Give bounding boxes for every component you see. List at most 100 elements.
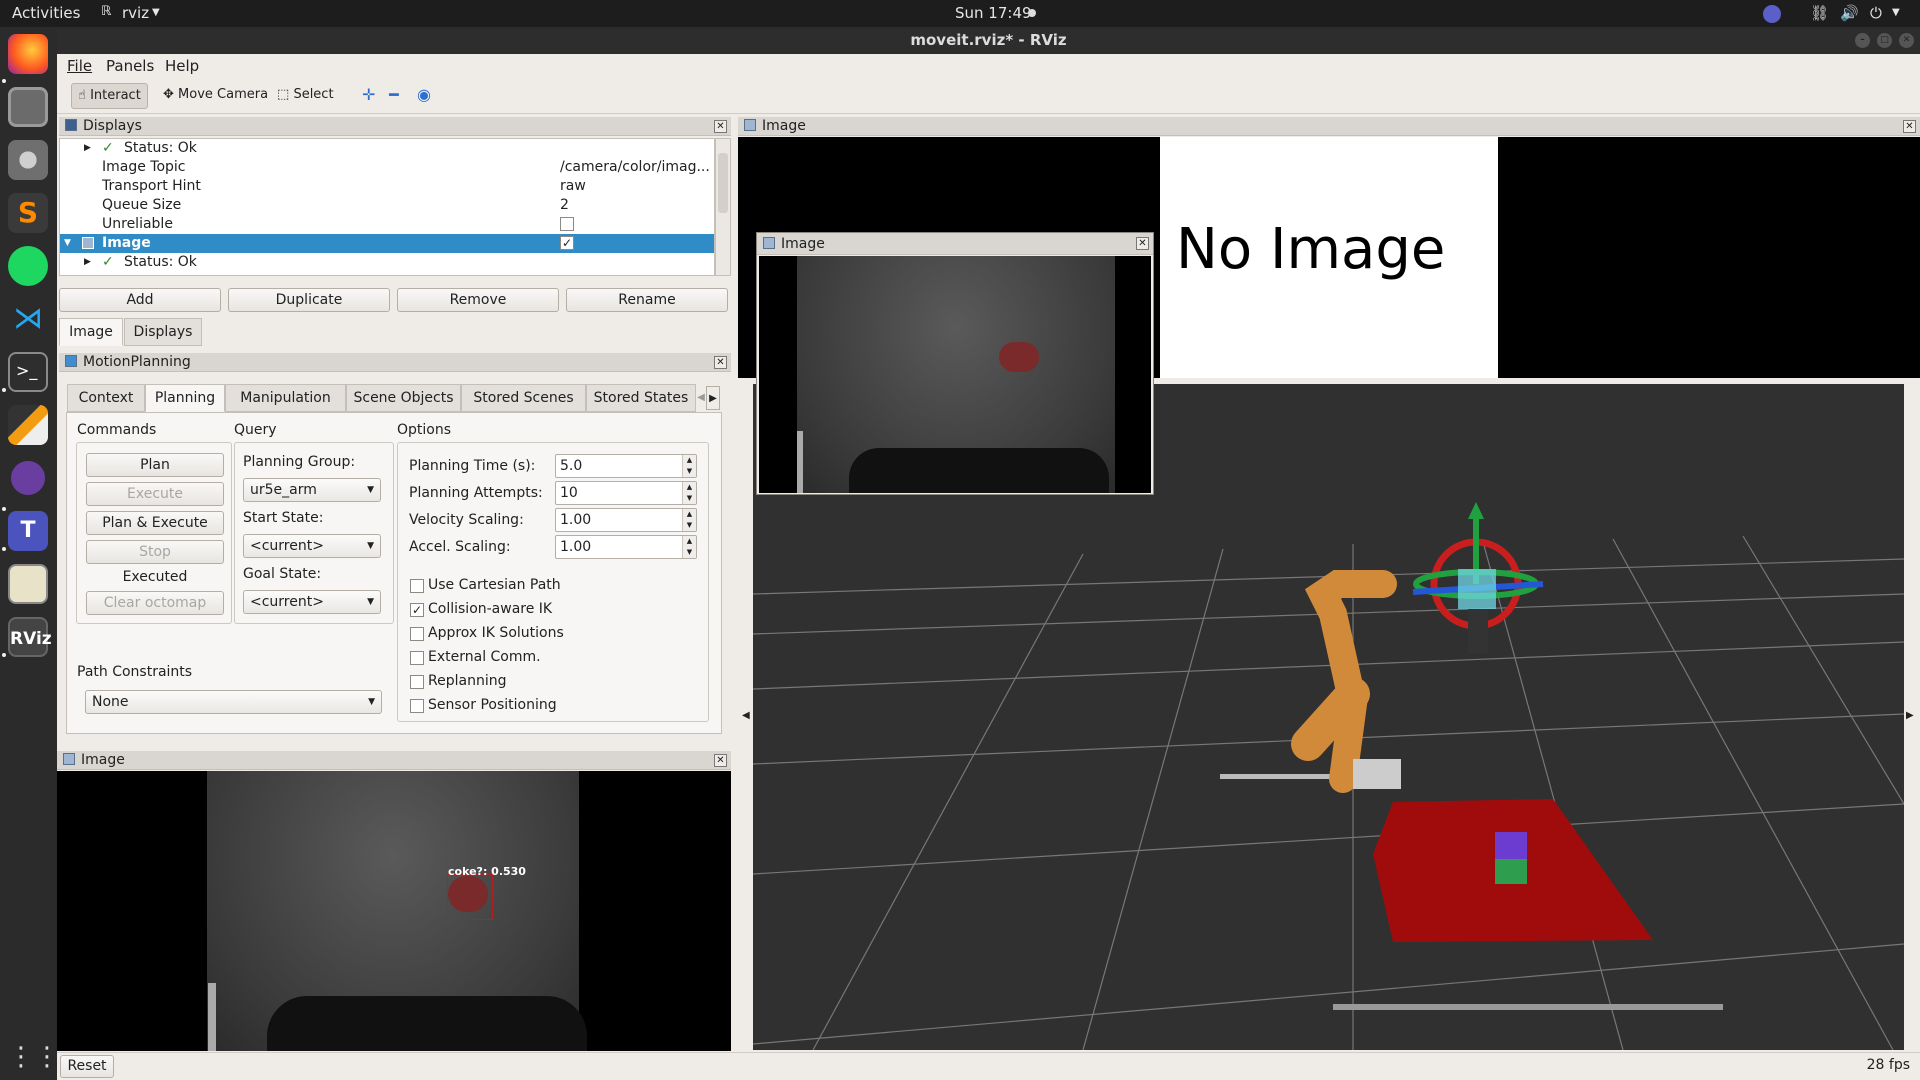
vscode-icon[interactable]: ⋊ — [8, 299, 48, 339]
use-cartesian-path-checkbox[interactable] — [410, 579, 424, 593]
menu-file[interactable]: File — [67, 57, 92, 75]
execute-button[interactable]: Execute — [86, 482, 224, 506]
expand-arrow-icon[interactable]: ▶ — [84, 253, 91, 272]
move-camera-tool-button[interactable]: ✥ Move Camera — [157, 83, 274, 109]
virtualbox-icon[interactable] — [8, 405, 48, 445]
external-comm-checkbox[interactable] — [410, 651, 424, 665]
running-indicator-icon — [2, 547, 6, 551]
query-heading: Query — [234, 422, 277, 438]
tab-scene-objects[interactable]: Scene Objects — [346, 384, 461, 412]
tab-planning[interactable]: Planning — [145, 384, 225, 412]
check-icon: ✓ — [102, 140, 114, 156]
tree-row-selected[interactable]: ▼ Image ✓ — [60, 234, 714, 253]
terminal-icon[interactable]: >_ — [8, 352, 48, 392]
app-menu[interactable]: rviz — [122, 4, 149, 22]
tab-stored-scenes[interactable]: Stored Scenes — [461, 384, 586, 412]
velocity-scaling-spinbox[interactable]: 1.00 ▲ ▼ — [555, 508, 697, 532]
tab-scroll-right-icon[interactable]: ▶ — [706, 386, 720, 410]
floating-image-header[interactable]: Image ✕ — [757, 233, 1153, 255]
close-icon[interactable]: ✕ — [714, 120, 727, 133]
close-icon[interactable]: ✕ — [1903, 120, 1916, 133]
close-icon[interactable]: ✕ — [714, 754, 727, 767]
add-display-button[interactable]: Add — [59, 288, 221, 312]
top-image-panel-title: Image — [762, 118, 806, 134]
image-topic-value[interactable]: /camera/color/imag... — [560, 158, 710, 177]
remove-tool-icon[interactable]: ━ — [383, 83, 405, 109]
collapse-right-arrow-icon[interactable]: ▶ — [1906, 710, 1914, 721]
close-window-button[interactable]: ✕ — [1899, 33, 1914, 48]
tab-stored-states[interactable]: Stored States — [586, 384, 696, 412]
transport-hint-value[interactable]: raw — [560, 177, 586, 196]
spin-arrows-icon[interactable]: ▲ ▼ — [682, 509, 696, 531]
teams-tray-icon[interactable] — [1763, 5, 1781, 23]
add-tool-icon[interactable]: ✛ — [356, 83, 381, 109]
spin-arrows-icon[interactable]: ▲ ▼ — [682, 482, 696, 504]
camera-focus-icon[interactable]: ◉ — [411, 83, 437, 109]
plan-and-execute-button[interactable]: Plan & Execute — [86, 511, 224, 535]
sensor-positioning-checkbox[interactable] — [410, 699, 424, 713]
spotify-icon[interactable] — [8, 246, 48, 286]
firefox-icon[interactable] — [8, 34, 48, 74]
planning-group-select[interactable]: ur5e_arm ▼ — [243, 478, 381, 502]
collision-aware-ik-checkbox[interactable]: ✓ — [410, 603, 424, 617]
planning-attempts-spinbox[interactable]: 10 ▲ ▼ — [555, 481, 697, 505]
unreliable-checkbox[interactable] — [560, 217, 574, 231]
tree-row[interactable]: Transport Hint raw — [60, 177, 714, 196]
files-icon[interactable] — [8, 87, 48, 127]
tree-row[interactable]: Unreliable — [60, 215, 714, 234]
tree-row[interactable]: Queue Size 2 — [60, 196, 714, 215]
sublime-text-icon[interactable]: S — [8, 193, 48, 233]
path-constraints-select[interactable]: None ▼ — [85, 690, 382, 714]
menu-panels[interactable]: Panels — [106, 57, 154, 75]
volume-icon[interactable]: 🔊 — [1840, 4, 1859, 22]
tab-manipulation[interactable]: Manipulation — [225, 384, 346, 412]
planning-time-spinbox[interactable]: 5.0 ▲ ▼ — [555, 454, 697, 478]
goal-state-select[interactable]: <current> ▼ — [243, 590, 381, 614]
tree-row[interactable]: ▶ ✓ Status: Ok — [60, 253, 714, 272]
replanning-checkbox[interactable] — [410, 675, 424, 689]
rviz-icon[interactable]: RViz — [8, 617, 52, 657]
activities-button[interactable]: Activities — [12, 4, 80, 22]
tree-row[interactable]: Image Topic /camera/color/imag... — [60, 158, 714, 177]
clear-octomap-button[interactable]: Clear octomap — [86, 591, 224, 615]
settings-icon[interactable] — [8, 140, 48, 180]
interact-tool-button[interactable]: ☝ Interact — [71, 83, 148, 109]
tab-context[interactable]: Context — [67, 384, 145, 412]
minimize-button[interactable]: – — [1855, 33, 1870, 48]
reset-button[interactable]: Reset — [60, 1055, 114, 1078]
expand-arrow-icon[interactable]: ▶ — [84, 139, 91, 158]
network-icon[interactable]: ⛓ — [1810, 4, 1829, 22]
github-desktop-icon[interactable] — [8, 458, 48, 498]
show-applications-icon[interactable]: ⋮⋮⋮ — [8, 1037, 86, 1077]
power-icon[interactable]: ⏻ — [1870, 4, 1882, 22]
maximize-button[interactable]: □ — [1877, 33, 1892, 48]
start-state-select[interactable]: <current> ▼ — [243, 534, 381, 558]
spin-arrows-icon[interactable]: ▲ ▼ — [682, 455, 696, 477]
stop-button[interactable]: Stop — [86, 540, 224, 564]
duplicate-display-button[interactable]: Duplicate — [228, 288, 390, 312]
remove-display-button[interactable]: Remove — [397, 288, 559, 312]
select-tool-button[interactable]: ⬚ Select — [271, 83, 340, 109]
teams-icon[interactable]: T — [8, 511, 48, 551]
spin-arrows-icon[interactable]: ▲ ▼ — [682, 536, 696, 558]
image-enabled-checkbox[interactable]: ✓ — [560, 236, 574, 250]
tab-image[interactable]: Image — [59, 318, 123, 346]
approx-ik-label: Approx IK Solutions — [428, 625, 564, 641]
approx-ik-checkbox[interactable] — [410, 627, 424, 641]
menu-help[interactable]: Help — [165, 57, 199, 75]
rename-display-button[interactable]: Rename — [566, 288, 728, 312]
scrollbar-thumb[interactable] — [718, 153, 728, 213]
displays-scrollbar[interactable] — [715, 138, 731, 276]
start-state-label: Start State: — [243, 510, 324, 526]
close-icon[interactable]: ✕ — [1136, 237, 1149, 250]
plan-button[interactable]: Plan — [86, 453, 224, 477]
collapse-arrow-icon[interactable]: ▼ — [64, 234, 71, 253]
queue-size-value[interactable]: 2 — [560, 196, 569, 215]
close-icon[interactable]: ✕ — [714, 356, 727, 369]
text-editor-icon[interactable] — [8, 564, 48, 604]
tab-displays[interactable]: Displays — [124, 318, 202, 346]
tree-row[interactable]: ▶ ✓ Status: Ok — [60, 139, 714, 158]
accel-scaling-spinbox[interactable]: 1.00 ▲ ▼ — [555, 535, 697, 559]
clock[interactable]: Sun 17:49 — [955, 4, 1032, 22]
collapse-left-arrow-icon[interactable]: ◀ — [742, 710, 750, 721]
